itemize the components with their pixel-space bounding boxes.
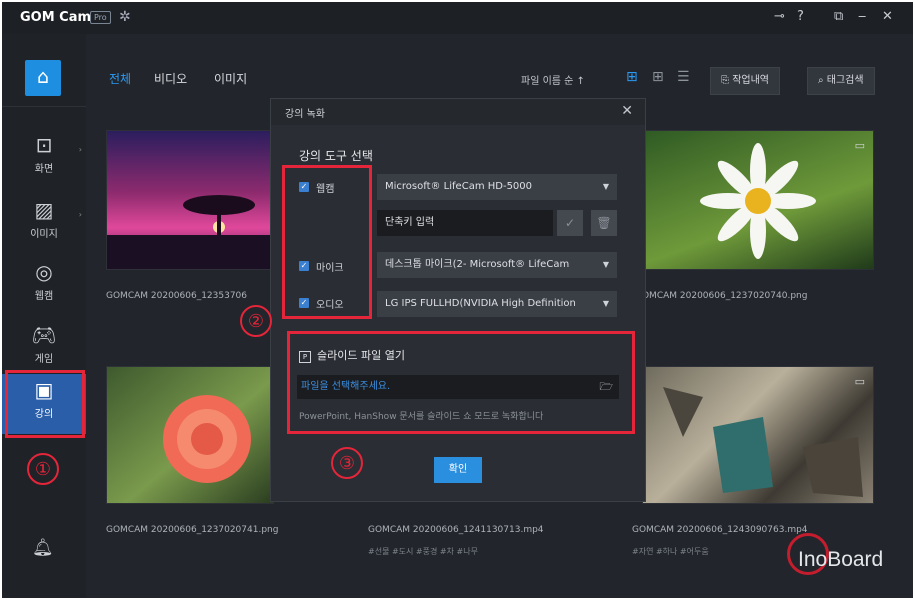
thumbnail-rocks[interactable]: ▭ [642, 366, 874, 504]
dialog-close-icon[interactable]: ✕ [621, 103, 633, 119]
file-tags: #선물 #도시 #풍경 #차 #나무 [368, 547, 478, 556]
tree-silhouette-image [107, 195, 273, 269]
mic-select-value: 데스크톱 마이크(2- Microsoft® LifeCam [385, 259, 570, 270]
app-logo: GOM Cam [20, 10, 92, 25]
file-name: GOMCAM 20200606_12353706 [106, 291, 248, 301]
grid-small-view-icon[interactable]: ⊞ [652, 69, 664, 85]
search-icon: ⌕ [818, 75, 827, 86]
thumbnail-daisy[interactable]: ▭ [642, 130, 874, 270]
dialog-title: 강의 녹화 [285, 109, 325, 120]
help-icon[interactable]: ? [797, 9, 804, 24]
grid-large-view-icon[interactable]: ⊞ [626, 69, 638, 85]
video-type-icon: ▭ [854, 375, 865, 388]
restore-icon[interactable]: ⧉ [834, 9, 843, 24]
title-bar: GOM Cam Pro ✲ ⊸ ? ⧉ ‒ ✕ [2, 2, 913, 34]
thumbnail-sunset[interactable] [106, 130, 274, 270]
step-2-marker: ② [240, 305, 272, 337]
app-window: GOM Cam Pro ✲ ⊸ ? ⧉ ‒ ✕ ⌂ ⊡ 화면 › ▨ 이미지 ›… [2, 2, 913, 598]
step-3-marker: ③ [331, 447, 363, 479]
shortcut-input[interactable]: 단축키 입력 [377, 210, 553, 236]
sidebar-divider [2, 106, 86, 107]
minimize-icon[interactable]: ‒ [858, 9, 866, 24]
webcam-select[interactable]: Microsoft® LifeCam HD-5000 ▼ [377, 174, 617, 200]
tab-video[interactable]: 비디오 [154, 70, 187, 87]
file-name: GOMCAM 20200606_1241130713.mp4 [368, 525, 544, 535]
audio-select-value: LG IPS FULLHD(NVIDIA High Definition [385, 298, 576, 309]
bell-icon[interactable]: 🔔︎ [32, 538, 54, 558]
shortcut-placeholder: 단축키 입력 [385, 217, 435, 228]
watermark-text: InoBoard [798, 548, 884, 571]
tab-image[interactable]: 이미지 [214, 70, 247, 87]
section-title: 강의 도구 선택 [299, 149, 373, 163]
thumbnail-rose[interactable] [106, 366, 274, 504]
home-icon: ⌂ [36, 66, 50, 88]
file-tags: #자연 #하나 #어두움 [632, 547, 709, 556]
sidebar: ⌂ ⊡ 화면 › ▨ 이미지 › ◎ 웹캠 🎮︎ 게임 ▣ 강의 🔔︎ [2, 34, 86, 598]
trash-icon[interactable]: 🗑︎ [591, 210, 617, 236]
key-icon[interactable]: ⊸ [774, 9, 785, 24]
tab-all[interactable]: 전체 [109, 70, 131, 87]
gamepad-icon: 🎮︎ [31, 323, 57, 347]
settings-gear-icon[interactable]: ✲ [119, 9, 131, 25]
pro-badge: Pro [90, 11, 111, 24]
daisy-image [700, 143, 816, 259]
image-icon: ▨ [34, 198, 54, 222]
tag-search-label: 태그검색 [826, 75, 864, 86]
dialog-header: 강의 녹화 ✕ [271, 99, 645, 125]
ok-button[interactable]: 확인 [434, 457, 482, 483]
list-view-icon[interactable]: ☰ [677, 69, 690, 85]
step-1-marker: ① [27, 453, 59, 485]
home-button[interactable]: ⌂ [25, 60, 61, 96]
sidebar-item-screen[interactable]: ⊡ 화면 › [2, 129, 86, 189]
sidebar-item-webcam[interactable]: ◎ 웹캠 [2, 256, 86, 316]
rocks-image [663, 387, 863, 497]
tag-search-button[interactable]: ⌕ 태그검색 [807, 67, 875, 95]
file-name: GOMCAM 20200606_1237020740.png [635, 291, 808, 301]
chevron-right-icon: › [78, 210, 82, 219]
confirm-check-button[interactable]: ✓ [557, 210, 583, 236]
mic-select[interactable]: 데스크톱 마이크(2- Microsoft® LifeCam ▼ [377, 252, 617, 278]
screen-icon: ⊡ [35, 133, 53, 157]
sidebar-item-label: 이미지 [30, 229, 58, 240]
annotation-box-3 [287, 331, 635, 434]
rose-image [163, 395, 251, 483]
file-name: GOMCAM 20200606_1237020741.png [106, 525, 279, 535]
webcam-icon: ◎ [35, 260, 53, 284]
audio-select[interactable]: LG IPS FULLHD(NVIDIA High Definition ▼ [377, 291, 617, 317]
file-name: GOMCAM 20200606_1243090763.mp4 [632, 525, 808, 535]
webcam-select-value: Microsoft® LifeCam HD-5000 [385, 181, 533, 192]
annotation-box-1 [5, 370, 85, 438]
sidebar-item-image[interactable]: ▨ 이미지 › [2, 194, 86, 254]
chevron-right-icon: › [78, 145, 82, 154]
task-history-label: 작업내역 [732, 75, 769, 86]
sort-dropdown[interactable]: 파일 이름 순 ↑ [521, 72, 585, 87]
caret-down-icon: ▼ [602, 299, 609, 308]
task-history-button[interactable]: ⎘ 작업내역 [710, 67, 780, 95]
annotation-box-2 [282, 165, 372, 319]
image-type-icon: ▭ [854, 139, 865, 152]
sidebar-item-label: 웹캠 [34, 291, 54, 302]
sidebar-item-label: 화면 [34, 164, 54, 175]
caret-down-icon: ▼ [602, 260, 609, 269]
history-icon: ⎘ [721, 75, 733, 86]
close-icon[interactable]: ✕ [882, 9, 893, 24]
caret-down-icon: ▼ [602, 182, 609, 191]
sidebar-item-label: 게임 [34, 354, 54, 365]
